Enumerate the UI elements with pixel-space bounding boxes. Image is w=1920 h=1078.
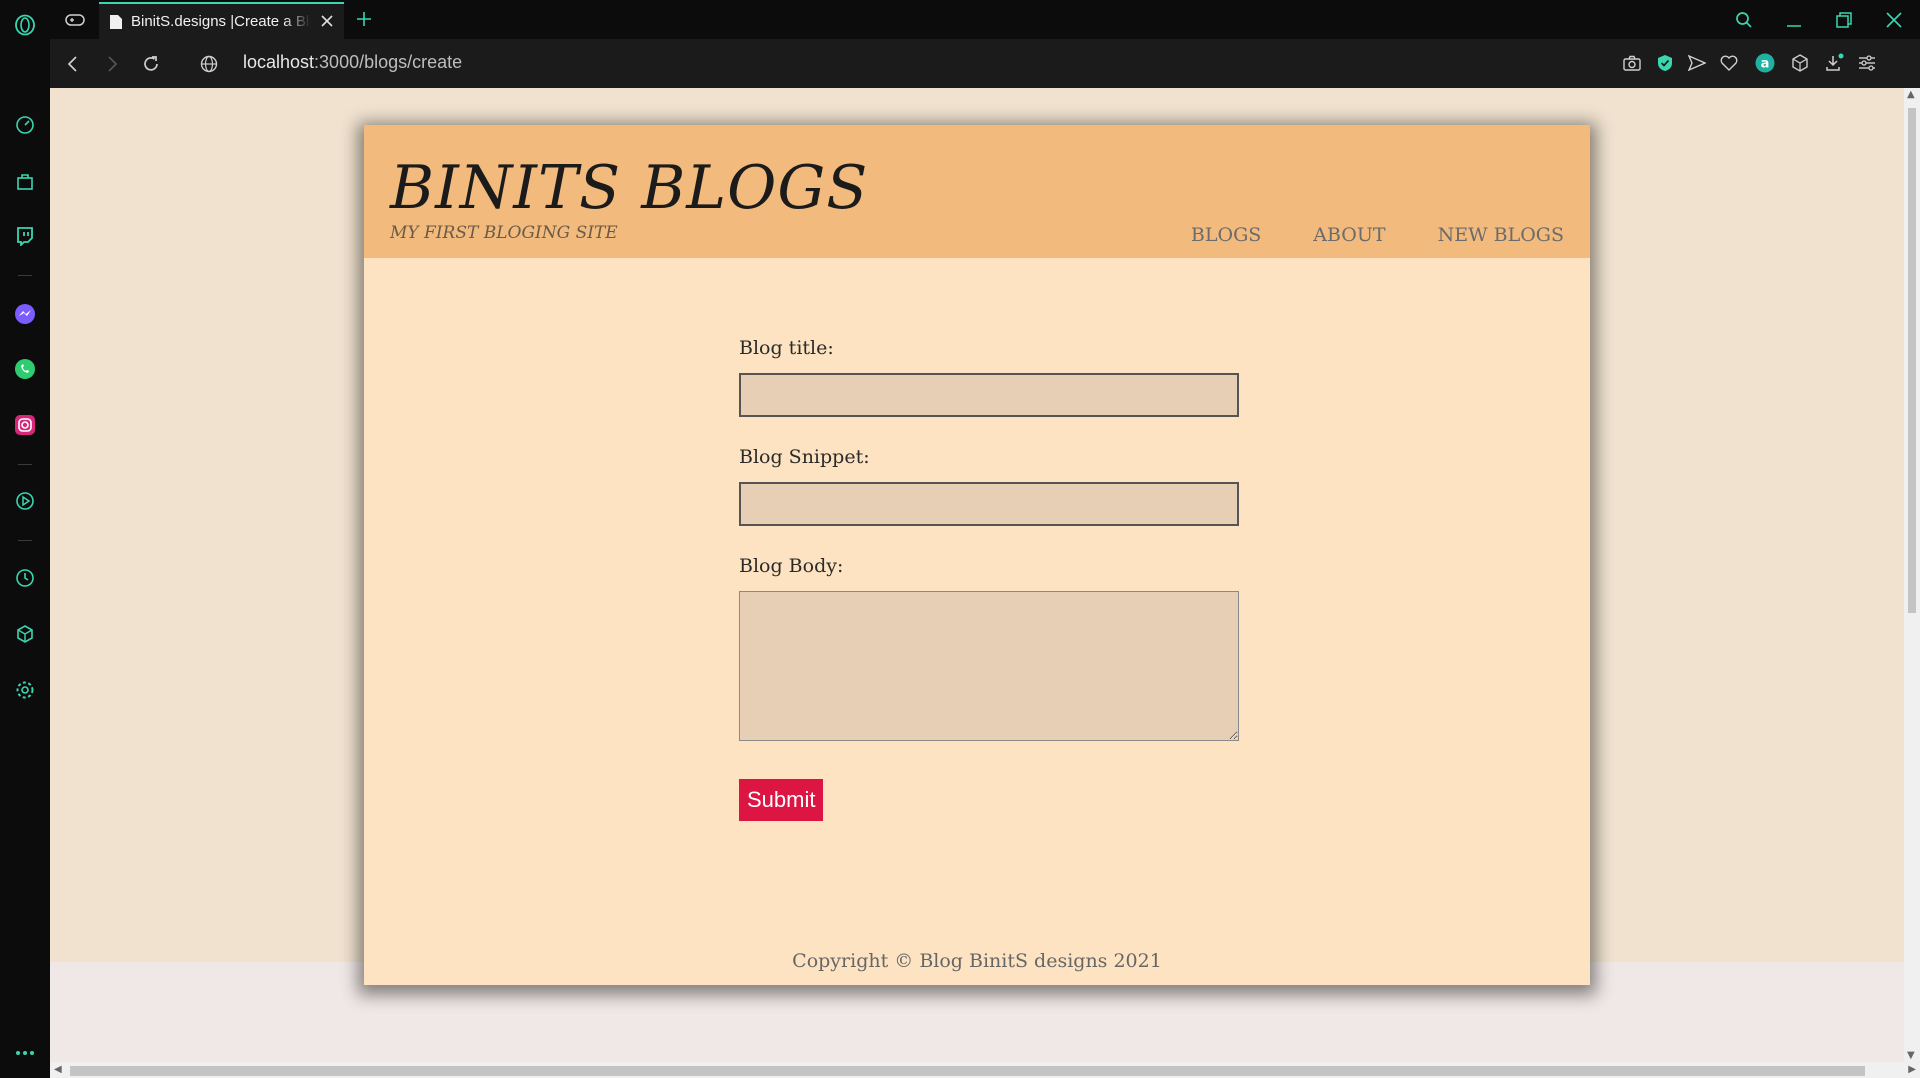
sidebar-separator	[18, 464, 32, 465]
blog-page-card: BINITS BLOGS MY FIRST BLOGING SITE BLOGS…	[364, 125, 1590, 985]
vertical-scrollbar[interactable]: ▲ ▼	[1904, 88, 1920, 1062]
close-window-icon[interactable]	[1880, 6, 1908, 34]
scroll-up-icon[interactable]: ▲	[1907, 89, 1915, 100]
blog-body-label: Blog Body:	[739, 555, 844, 577]
site-header: BINITS BLOGS MY FIRST BLOGING SITE BLOGS…	[364, 125, 1590, 258]
vpn-shield-icon[interactable]	[1653, 51, 1677, 75]
sidebar-separator	[18, 540, 32, 541]
horizontal-scrollbar[interactable]: ◀ ▶	[50, 1062, 1920, 1078]
site-nav: BLOGS ABOUT NEW BLOGS	[1139, 224, 1564, 246]
player-icon[interactable]	[13, 489, 37, 513]
site-tagline: MY FIRST BLOGING SITE	[390, 223, 618, 243]
site-footer: Copyright © Blog BinitS designs 2021	[792, 950, 1162, 972]
snapshot-icon[interactable]	[1620, 51, 1644, 75]
nav-link-new-blogs[interactable]: NEW BLOGS	[1438, 224, 1564, 246]
easy-setup-icon[interactable]	[1855, 51, 1879, 75]
blog-snippet-input[interactable]	[739, 482, 1239, 526]
instagram-icon[interactable]	[13, 413, 37, 437]
create-blog-form: Blog title: Blog Snippet: Blog Body: Sub…	[739, 337, 1259, 821]
speed-dial-icon[interactable]	[13, 113, 37, 137]
close-tab-icon[interactable]	[318, 12, 336, 30]
new-tab-icon[interactable]	[352, 7, 376, 31]
opera-logo-icon[interactable]	[13, 13, 37, 37]
download-icon[interactable]	[1822, 51, 1846, 75]
svg-text:a: a	[1761, 57, 1770, 72]
submit-button[interactable]: Submit	[739, 779, 824, 821]
blog-title-input[interactable]	[739, 373, 1239, 417]
messenger-icon[interactable]	[13, 302, 37, 326]
tab-active[interactable]: BinitS.designs |Create a Blog	[99, 2, 344, 39]
history-icon[interactable]	[13, 566, 37, 590]
whatsapp-icon[interactable]	[13, 357, 37, 381]
scroll-left-icon[interactable]: ◀	[54, 1064, 62, 1075]
sidebar-separator	[18, 275, 32, 276]
extensions-icon[interactable]	[13, 622, 37, 646]
url-field[interactable]: localhost:3000/blogs/create	[243, 52, 462, 73]
forward-icon[interactable]	[99, 51, 125, 77]
nav-link-about[interactable]: ABOUT	[1313, 224, 1385, 246]
cube-icon[interactable]	[1788, 51, 1812, 75]
horizontal-scroll-thumb[interactable]	[70, 1066, 1865, 1076]
settings-icon[interactable]	[13, 678, 37, 702]
site-brand[interactable]: BINITS BLOGS	[390, 153, 868, 223]
scroll-right-icon[interactable]: ▶	[1908, 1064, 1916, 1075]
url-path: :3000/blogs/create	[314, 52, 463, 72]
address-bar: localhost:3000/blogs/create a	[50, 39, 1920, 88]
blog-body-textarea[interactable]	[739, 591, 1239, 741]
reload-icon[interactable]	[138, 51, 164, 77]
back-icon[interactable]	[60, 51, 86, 77]
blog-snippet-label: Blog Snippet:	[739, 446, 870, 468]
account-avatar-icon[interactable]: a	[1753, 51, 1777, 75]
url-host: localhost	[243, 52, 315, 72]
search-tabs-icon[interactable]	[1730, 6, 1758, 34]
page-viewport: BINITS BLOGS MY FIRST BLOGING SITE BLOGS…	[50, 88, 1904, 1062]
document-icon	[110, 14, 122, 29]
send-icon[interactable]	[1685, 51, 1709, 75]
site-info-icon[interactable]	[196, 51, 222, 77]
scroll-down-icon[interactable]: ▼	[1907, 1050, 1915, 1061]
tab-title: BinitS.designs |Create a Blog	[131, 13, 311, 30]
restore-icon[interactable]	[1830, 6, 1858, 34]
vertical-scroll-thumb[interactable]	[1908, 108, 1916, 613]
gamepad-icon[interactable]	[64, 9, 86, 31]
shopping-icon[interactable]	[13, 169, 37, 193]
browser-sidebar	[0, 0, 51, 1078]
more-icon[interactable]	[13, 1041, 37, 1065]
heart-icon[interactable]	[1717, 51, 1741, 75]
tab-strip: BinitS.designs |Create a Blog	[50, 0, 1920, 39]
blog-title-label: Blog title:	[739, 337, 834, 359]
twitch-icon[interactable]	[13, 224, 37, 248]
nav-link-blogs[interactable]: BLOGS	[1191, 224, 1261, 246]
minimize-icon[interactable]	[1780, 6, 1808, 34]
